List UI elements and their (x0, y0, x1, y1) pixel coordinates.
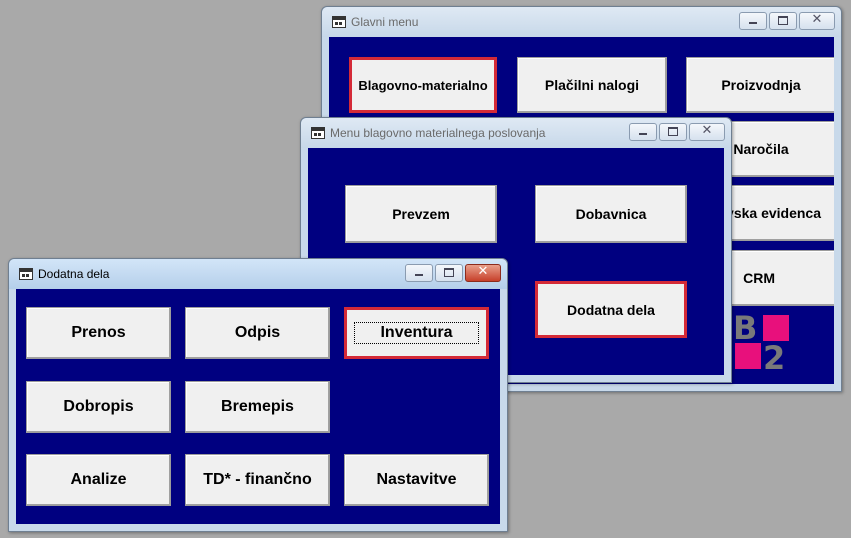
close-icon: ✕ (701, 123, 713, 138)
odpis-button[interactable]: Odpis (185, 307, 330, 359)
blagovno-menu-titlebar[interactable]: Menu blagovno materialnega poslovanja ✕ (301, 118, 731, 148)
minimize-icon (639, 133, 647, 135)
button-label: Naročila (733, 141, 789, 157)
close-icon: ✕ (811, 12, 823, 27)
placilni-nalogi-button[interactable]: Plačilni nalogi (517, 57, 667, 113)
prenos-button[interactable]: Prenos (26, 307, 171, 359)
maximize-button[interactable] (769, 12, 797, 30)
minimize-button[interactable] (629, 123, 657, 141)
dobavnica-button[interactable]: Dobavnica (535, 185, 687, 243)
button-label: Dodatna dela (567, 301, 655, 318)
button-label: Dobropis (63, 398, 134, 415)
button-label: ovska evidenca (717, 205, 821, 221)
company-logo: B 2 (733, 309, 793, 377)
minimize-button[interactable] (405, 264, 433, 282)
maximize-button[interactable] (659, 123, 687, 141)
window-title: Dodatna dela (38, 267, 110, 281)
inventura-button[interactable]: Inventura (344, 307, 489, 359)
nastavitve-button[interactable]: Nastavitve (344, 454, 489, 506)
bremepis-button[interactable]: Bremepis (185, 381, 330, 433)
button-label: Plačilni nalogi (544, 77, 640, 93)
minimize-icon (415, 274, 423, 276)
minimize-button[interactable] (739, 12, 767, 30)
blagovno-materialno-button[interactable]: Blagovno-materialno (349, 57, 497, 113)
app-icon (332, 16, 346, 28)
dodatna-dela-button[interactable]: Dodatna dela (535, 281, 687, 338)
maximize-icon (778, 16, 788, 25)
dodatna-dela-window: Dodatna dela ✕ Prenos Odpis Inventura Do… (8, 258, 508, 532)
app-icon (19, 268, 33, 280)
logo-square-bottom (735, 343, 761, 369)
prevzem-button[interactable]: Prevzem (345, 185, 497, 243)
button-label: Inventura (354, 322, 479, 344)
logo-digit-2: 2 (763, 339, 786, 377)
td-financno-button[interactable]: TD* - finančno (185, 454, 330, 506)
analize-button[interactable]: Analize (26, 454, 171, 506)
logo-letter-b: B (733, 309, 758, 347)
button-label: Analize (70, 471, 127, 488)
close-button[interactable]: ✕ (799, 12, 835, 30)
button-label: Dobavnica (575, 206, 647, 222)
button-label: Odpis (234, 324, 281, 341)
window-title: Glavni menu (351, 15, 419, 29)
button-label: Proizvodnja (721, 77, 801, 93)
button-label: Bremepis (221, 398, 294, 415)
window-title: Menu blagovno materialnega poslovanja (330, 126, 546, 140)
close-button[interactable]: ✕ (689, 123, 725, 141)
maximize-button[interactable] (435, 264, 463, 282)
close-button[interactable]: ✕ (465, 264, 501, 282)
maximize-icon (668, 127, 678, 136)
maximize-icon (444, 268, 454, 277)
dodatna-dela-titlebar[interactable]: Dodatna dela ✕ (9, 259, 507, 289)
button-label: CRM (743, 270, 775, 286)
button-label: Blagovno-materialno (358, 77, 488, 93)
button-label: Nastavitve (376, 471, 457, 488)
glavni-menu-titlebar[interactable]: Glavni menu ✕ (322, 7, 841, 37)
dobropis-button[interactable]: Dobropis (26, 381, 171, 433)
minimize-icon (749, 22, 757, 24)
app-icon (311, 127, 325, 139)
button-label: TD* - finančno (203, 471, 312, 488)
button-label: Prevzem (392, 206, 450, 222)
proizvodnja-button[interactable]: Proizvodnja (686, 57, 834, 113)
dodatna-dela-client: Prenos Odpis Inventura Dobropis Bremepis… (16, 289, 500, 524)
logo-square-top (763, 315, 789, 341)
button-label: Prenos (71, 324, 126, 341)
close-icon: ✕ (477, 264, 489, 279)
